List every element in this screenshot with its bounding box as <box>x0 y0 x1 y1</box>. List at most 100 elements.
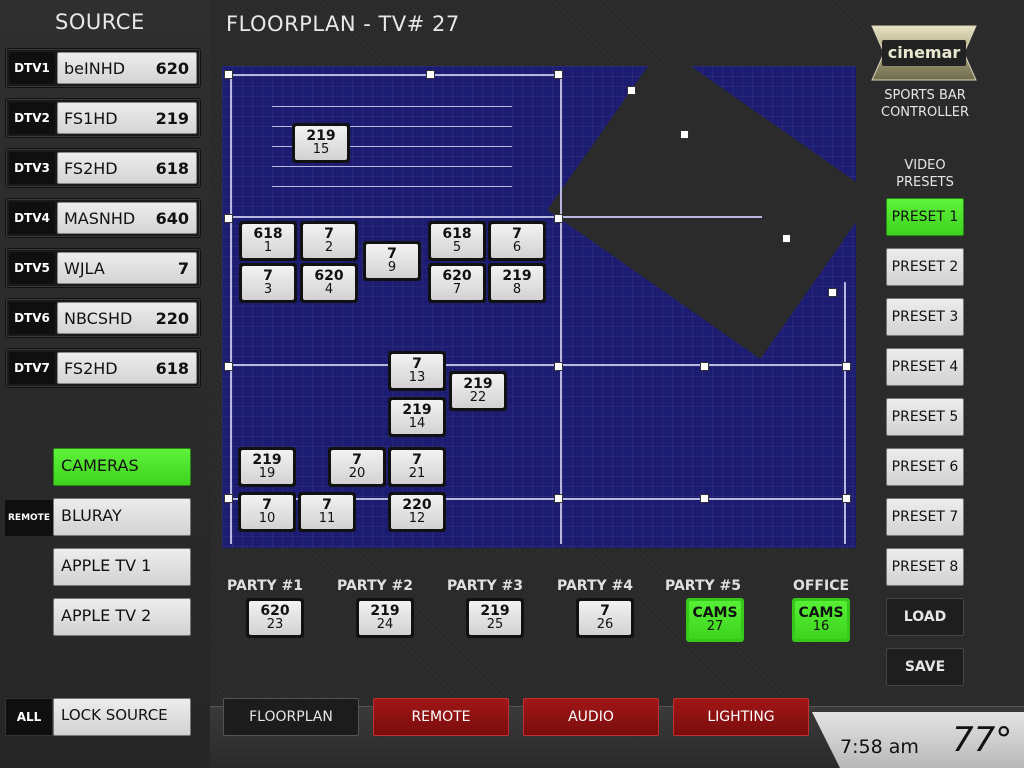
all-button[interactable]: ALL <box>5 698 53 736</box>
selection-handle[interactable] <box>224 70 233 79</box>
party-tv-25[interactable]: 219 25 <box>466 598 524 638</box>
tv-11[interactable]: 7 11 <box>298 492 356 532</box>
selection-handle[interactable] <box>426 70 435 79</box>
party-tv-26[interactable]: 7 26 <box>576 598 634 638</box>
preset-8-button[interactable]: PRESET 8 <box>886 548 964 586</box>
selection-handle[interactable] <box>554 214 563 223</box>
tv-number: 23 <box>266 617 284 632</box>
save-button[interactable]: SAVE <box>886 648 964 686</box>
tv-12[interactable]: 220 12 <box>388 492 446 532</box>
presets-heading-line: VIDEO <box>904 158 946 173</box>
tv-number: 2 <box>324 240 334 255</box>
selection-handle[interactable] <box>554 362 563 371</box>
source-row-dtv2: DTV2 FS1HD 219 <box>5 98 201 138</box>
preset-1-button[interactable]: PRESET 1 <box>886 198 964 236</box>
tab-audio[interactable]: AUDIO <box>523 698 659 736</box>
selection-handle[interactable] <box>224 494 233 503</box>
tab-remote[interactable]: REMOTE <box>373 698 509 736</box>
tv-21[interactable]: 7 21 <box>388 447 446 487</box>
source-row-dtv5: DTV5 WJLA 7 <box>5 248 201 288</box>
party-tv-24[interactable]: 219 24 <box>356 598 414 638</box>
source-button-dtv7[interactable]: FS2HD 618 <box>57 352 197 384</box>
tv-channel: 620 <box>260 603 290 619</box>
wall-line <box>562 216 762 218</box>
cinemar-logo: cinemar <box>871 25 977 81</box>
selection-handle[interactable] <box>554 494 563 503</box>
wall-line <box>230 74 560 76</box>
source-name: MASNHD <box>64 209 136 228</box>
tv-channel: 618 <box>442 226 472 242</box>
party-tv-27[interactable]: CAMS 27 <box>686 598 744 642</box>
cameras-button[interactable]: CAMERAS <box>53 448 191 486</box>
tv-8[interactable]: 219 8 <box>488 263 546 303</box>
selection-handle[interactable] <box>782 234 791 243</box>
source-row-dtv7: DTV7 FS2HD 618 <box>5 348 201 388</box>
selection-handle[interactable] <box>700 494 709 503</box>
selection-handle[interactable] <box>224 362 233 371</box>
preset-6-button[interactable]: PRESET 6 <box>886 448 964 486</box>
source-button-dtv6[interactable]: NBCSHD 220 <box>57 302 197 334</box>
source-button-dtv3[interactable]: FS2HD 618 <box>57 152 197 184</box>
source-row-dtv3: DTV3 FS2HD 618 <box>5 148 201 188</box>
tv-13[interactable]: 7 13 <box>388 351 446 391</box>
source-button-dtv1[interactable]: beINHD 620 <box>57 52 197 84</box>
source-button-dtv5[interactable]: WJLA 7 <box>57 252 197 284</box>
lane-line <box>272 106 512 107</box>
selection-handle[interactable] <box>627 86 636 95</box>
tv-15[interactable]: 219 15 <box>292 123 350 163</box>
tv-6[interactable]: 76 <box>488 221 546 261</box>
tv-number: 19 <box>258 466 276 481</box>
selection-handle[interactable] <box>828 288 837 297</box>
wall-line <box>560 74 562 544</box>
selection-handle[interactable] <box>842 494 851 503</box>
tv-number: 27 <box>706 619 724 634</box>
party-tv-23[interactable]: 620 23 <box>246 598 304 638</box>
tv-9[interactable]: 79 <box>363 241 421 281</box>
tv-number: 5 <box>452 240 462 255</box>
selection-handle[interactable] <box>680 130 689 139</box>
tab-lighting[interactable]: LIGHTING <box>673 698 809 736</box>
tv-number: 22 <box>469 390 487 405</box>
tv-4[interactable]: 620 4 <box>300 263 358 303</box>
source-button-dtv4[interactable]: MASNHD 640 <box>57 202 197 234</box>
floorplan-exterior <box>547 66 856 359</box>
tv-19[interactable]: 219 19 <box>238 447 296 487</box>
preset-5-button[interactable]: PRESET 5 <box>886 398 964 436</box>
source-name: beINHD <box>64 59 126 78</box>
tv-14[interactable]: 219 14 <box>388 397 446 437</box>
source-button-dtv2[interactable]: FS1HD 219 <box>57 102 197 134</box>
tv-channel: 7 <box>324 226 334 242</box>
tv-5[interactable]: 618 5 <box>428 221 486 261</box>
tv-number: 26 <box>596 617 614 632</box>
selection-handle[interactable] <box>700 362 709 371</box>
floorplan-map[interactable]: 219 15 618 1 72 79 618 5 76 73 620 4 620 7 21… <box>222 66 856 548</box>
selection-handle[interactable] <box>842 362 851 371</box>
load-button[interactable]: LOAD <box>886 598 964 636</box>
office-tv-16[interactable]: CAMS 16 <box>792 598 850 642</box>
preset-3-button[interactable]: PRESET 3 <box>886 298 964 336</box>
preset-7-button[interactable]: PRESET 7 <box>886 498 964 536</box>
tv-20[interactable]: 7 20 <box>328 447 386 487</box>
preset-4-button[interactable]: PRESET 4 <box>886 348 964 386</box>
tab-floorplan[interactable]: FLOORPLAN <box>223 698 359 736</box>
apple-tv-2-button[interactable]: APPLE TV 2 <box>53 598 191 636</box>
tv-number: 21 <box>408 466 426 481</box>
bluray-button[interactable]: BLURAY <box>53 498 191 536</box>
lock-source-button[interactable]: LOCK SOURCE <box>53 698 191 736</box>
tv-3[interactable]: 73 <box>239 263 297 303</box>
tv-7[interactable]: 620 7 <box>428 263 486 303</box>
tv-10[interactable]: 7 10 <box>238 492 296 532</box>
selection-handle[interactable] <box>554 70 563 79</box>
tv-number: 6 <box>512 240 522 255</box>
tv-1[interactable]: 618 1 <box>239 221 297 261</box>
party-label: PARTY #4 <box>557 578 633 594</box>
wall-line <box>230 364 850 366</box>
tv-number: 16 <box>812 619 830 634</box>
preset-2-button[interactable]: PRESET 2 <box>886 248 964 286</box>
source-channel: 618 <box>155 159 189 178</box>
apple-tv-1-button[interactable]: APPLE TV 1 <box>53 548 191 586</box>
tv-22[interactable]: 219 22 <box>449 371 507 411</box>
tv-2[interactable]: 72 <box>300 221 358 261</box>
party-label: PARTY #1 <box>227 578 303 594</box>
selection-handle[interactable] <box>224 214 233 223</box>
